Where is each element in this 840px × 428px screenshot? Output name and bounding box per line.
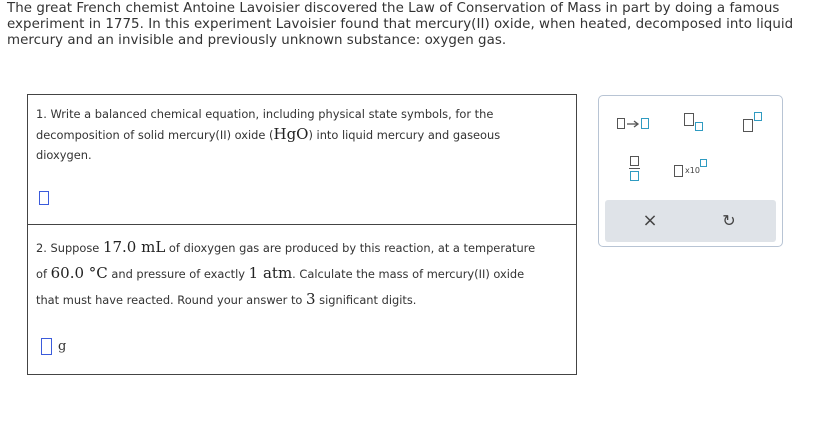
q2-text-a: 2. Suppose (36, 241, 103, 255)
fraction-icon[interactable] (629, 156, 641, 182)
question-2: 2. Suppose 17.0 mL of dioxygen gas are p… (28, 225, 576, 374)
q1-text-b: decomposition of solid mercury(II) oxide… (36, 128, 274, 142)
q2-text-b: of dioxygen gas are produced by this rea… (165, 241, 536, 255)
math-toolbar: x10 × ↻ (598, 95, 783, 247)
q1-text-d: dioxygen. (36, 148, 92, 162)
temperature-value: 60.0 °C (50, 264, 108, 282)
question-panel: 1. Write a balanced chemical equation, i… (27, 94, 577, 375)
clear-icon[interactable]: × (639, 210, 661, 232)
pressure-value: 1 atm (248, 264, 293, 282)
sigfigs-value: 3 (306, 290, 316, 308)
q2-text-f: that must have reacted. Round your answe… (36, 293, 306, 307)
intro-line-2: experiment in 1775. In this experiment L… (7, 17, 794, 32)
x10-label: x10 (685, 166, 700, 175)
intro-paragraph: The great French chemist Antoine Lavoisi… (7, 1, 837, 49)
reaction-arrow-icon[interactable] (617, 117, 651, 131)
equation-answer-input[interactable] (39, 191, 49, 205)
q1-text-c: ) into liquid mercury and gaseous (308, 128, 501, 142)
intro-line-1: The great French chemist Antoine Lavoisi… (7, 1, 780, 16)
volume-value: 17.0 mL (102, 238, 166, 256)
hgo-formula: HgO (273, 125, 309, 143)
q2-text-c: of (36, 267, 51, 281)
scientific-notation-icon[interactable]: x10 (674, 159, 712, 181)
question-1: 1. Write a balanced chemical equation, i… (28, 95, 576, 225)
intro-line-3: mercury and an invisible and previously … (7, 33, 507, 48)
undo-icon[interactable]: ↻ (718, 210, 740, 232)
action-bar: × ↻ (605, 200, 776, 242)
superscript-icon[interactable] (743, 112, 765, 134)
q2-text-d: and pressure of exactly (107, 267, 249, 281)
question-2-text: 2. Suppose 17.0 mL of dioxygen gas are p… (36, 235, 566, 313)
q2-text-g: significant digits. (315, 293, 417, 307)
q1-text-a: 1. Write a balanced chemical equation, i… (36, 107, 494, 121)
question-1-text: 1. Write a balanced chemical equation, i… (36, 104, 556, 165)
mass-answer-input[interactable] (41, 338, 52, 355)
subscript-icon[interactable] (684, 113, 706, 133)
unit-label: g (58, 339, 67, 354)
q2-text-e: . Calculate the mass of mercury(II) oxid… (292, 267, 525, 281)
